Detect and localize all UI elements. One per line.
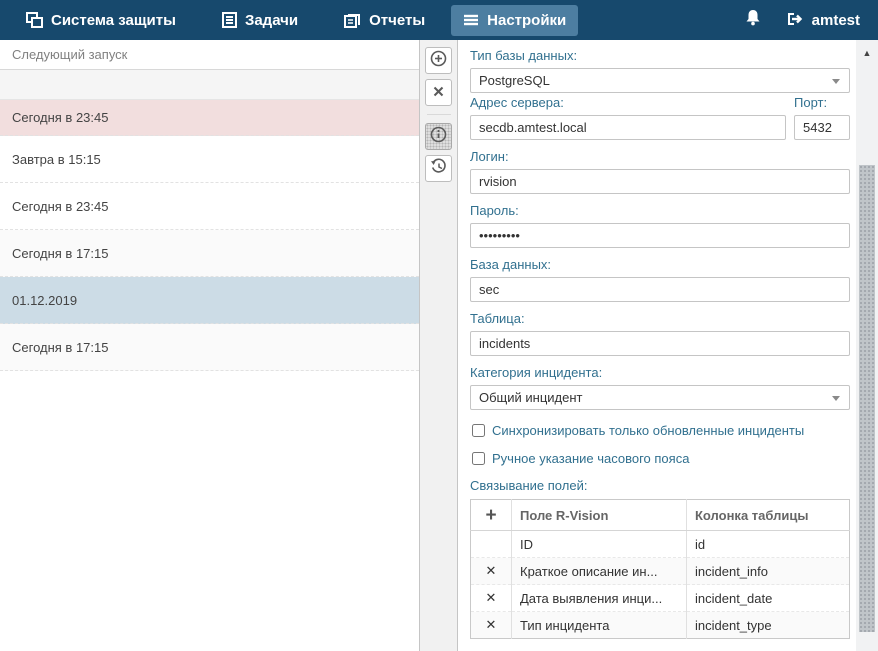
remove-mapping-button[interactable]: ✕ bbox=[486, 617, 497, 632]
remove-mapping-button[interactable]: ✕ bbox=[486, 590, 497, 605]
tasks-icon bbox=[222, 12, 237, 28]
mapping-column-cell: incident_type bbox=[687, 612, 850, 639]
info-button[interactable] bbox=[425, 123, 452, 150]
info-icon bbox=[430, 126, 447, 148]
db-type-select[interactable]: PostgreSQL bbox=[470, 68, 850, 93]
nav-item-tasks[interactable]: Задачи bbox=[210, 5, 310, 36]
list-row[interactable]: Сегодня в 23:45 bbox=[0, 183, 419, 230]
user-menu[interactable]: amtest bbox=[787, 10, 860, 30]
history-clock-icon bbox=[430, 158, 447, 180]
top-navbar: Система защиты Задачи Отчеты Настройки a… bbox=[0, 0, 878, 40]
chevron-down-icon bbox=[832, 396, 840, 401]
mapping-column-cell: id bbox=[687, 531, 850, 558]
mapping-column-cell: incident_date bbox=[687, 585, 850, 612]
password-input[interactable] bbox=[470, 223, 850, 248]
list-row[interactable]: Сегодня в 17:15 bbox=[0, 230, 419, 277]
mapping-header-row: + Поле R-Vision Колонка таблицы bbox=[471, 500, 850, 531]
nav-item-label: Настройки bbox=[487, 12, 566, 29]
database-input[interactable] bbox=[470, 277, 850, 302]
field-mapping-table: + Поле R-Vision Колонка таблицы ID id ✕ … bbox=[470, 499, 850, 639]
list-toolbar bbox=[420, 40, 458, 651]
sync-updated-label: Синхронизировать только обновленные инци… bbox=[492, 423, 804, 438]
nav-item-label: Система защиты bbox=[51, 12, 176, 29]
mapping-field-cell: Тип инцидента bbox=[512, 612, 687, 639]
mapping-row[interactable]: ✕ Краткое описание ин... incident_info bbox=[471, 558, 850, 585]
nav-item-label: Отчеты bbox=[369, 12, 425, 29]
mapping-row[interactable]: ID id bbox=[471, 531, 850, 558]
mapping-row[interactable]: ✕ Дата выявления инци... incident_date bbox=[471, 585, 850, 612]
mapping-column-cell: incident_info bbox=[687, 558, 850, 585]
category-value: Общий инцидент bbox=[479, 390, 583, 405]
db-type-label: Тип базы данных: bbox=[470, 48, 850, 63]
add-mapping-button[interactable]: + bbox=[485, 505, 496, 526]
history-button[interactable] bbox=[425, 155, 452, 182]
nav-item-settings[interactable]: Настройки bbox=[451, 5, 578, 36]
nav-item-label: Задачи bbox=[245, 12, 298, 29]
vertical-scrollbar[interactable]: ▲ bbox=[856, 40, 878, 651]
server-label: Адрес сервера: bbox=[470, 95, 786, 110]
username-label: amtest bbox=[812, 12, 860, 29]
x-icon bbox=[433, 84, 444, 102]
port-label: Порт: bbox=[794, 95, 850, 110]
list-row[interactable]: Сегодня в 17:15 bbox=[0, 324, 419, 371]
list-row-empty[interactable] bbox=[0, 70, 419, 100]
remove-mapping-button[interactable]: ✕ bbox=[486, 563, 497, 578]
server-input[interactable] bbox=[470, 115, 786, 140]
manual-timezone-label: Ручное указание часового пояса bbox=[492, 451, 689, 466]
login-label: Логин: bbox=[470, 149, 850, 164]
password-label: Пароль: bbox=[470, 203, 850, 218]
table-input[interactable] bbox=[470, 331, 850, 356]
table-label: Таблица: bbox=[470, 311, 850, 326]
sync-updated-checkbox[interactable] bbox=[472, 424, 485, 437]
manual-timezone-checkbox[interactable] bbox=[472, 452, 485, 465]
mapping-label: Связывание полей: bbox=[470, 478, 850, 493]
reports-icon bbox=[344, 12, 361, 28]
nav-item-reports[interactable]: Отчеты bbox=[332, 5, 437, 36]
connector-settings-form: Тип базы данных: PostgreSQL Адрес сервер… bbox=[458, 40, 856, 651]
port-input[interactable] bbox=[794, 115, 850, 140]
sync-updated-checkbox-row[interactable]: Синхронизировать только обновленные инци… bbox=[472, 423, 850, 438]
mapping-field-cell: ID bbox=[512, 531, 687, 558]
scrollbar-thumb[interactable] bbox=[859, 165, 875, 632]
delete-button[interactable] bbox=[425, 79, 452, 106]
manual-timezone-checkbox-row[interactable]: Ручное указание часового пояса bbox=[472, 451, 850, 466]
schedule-list-panel: Следующий запуск Сегодня в 23:45 Завтра … bbox=[0, 40, 420, 651]
list-row[interactable]: Завтра в 15:15 bbox=[0, 136, 419, 183]
notifications-bell-icon[interactable] bbox=[745, 9, 761, 31]
list-row[interactable]: Сегодня в 23:45 bbox=[0, 100, 419, 136]
add-button[interactable] bbox=[425, 47, 452, 74]
chevron-down-icon bbox=[832, 79, 840, 84]
mapping-row[interactable]: ✕ Тип инцидента incident_type bbox=[471, 612, 850, 639]
circle-plus-icon bbox=[430, 50, 447, 72]
nav-item-protection-system[interactable]: Система защиты bbox=[14, 5, 188, 36]
scroll-up-arrow-icon[interactable]: ▲ bbox=[856, 48, 878, 58]
field-column-header[interactable]: Поле R-Vision bbox=[512, 500, 687, 531]
category-select[interactable]: Общий инцидент bbox=[470, 385, 850, 410]
category-label: Категория инцидента: bbox=[470, 365, 850, 380]
database-label: База данных: bbox=[470, 257, 850, 272]
logout-icon bbox=[787, 10, 804, 30]
list-column-header[interactable]: Следующий запуск bbox=[0, 40, 419, 70]
mapping-field-cell: Дата выявления инци... bbox=[512, 585, 687, 612]
login-input[interactable] bbox=[470, 169, 850, 194]
db-type-value: PostgreSQL bbox=[479, 73, 550, 88]
windows-icon bbox=[26, 12, 43, 28]
toolbar-separator bbox=[427, 114, 451, 115]
list-row-selected[interactable]: 01.12.2019 bbox=[0, 277, 419, 324]
mapping-field-cell: Краткое описание ин... bbox=[512, 558, 687, 585]
menu-icon bbox=[463, 13, 479, 27]
column-column-header[interactable]: Колонка таблицы bbox=[687, 500, 850, 531]
